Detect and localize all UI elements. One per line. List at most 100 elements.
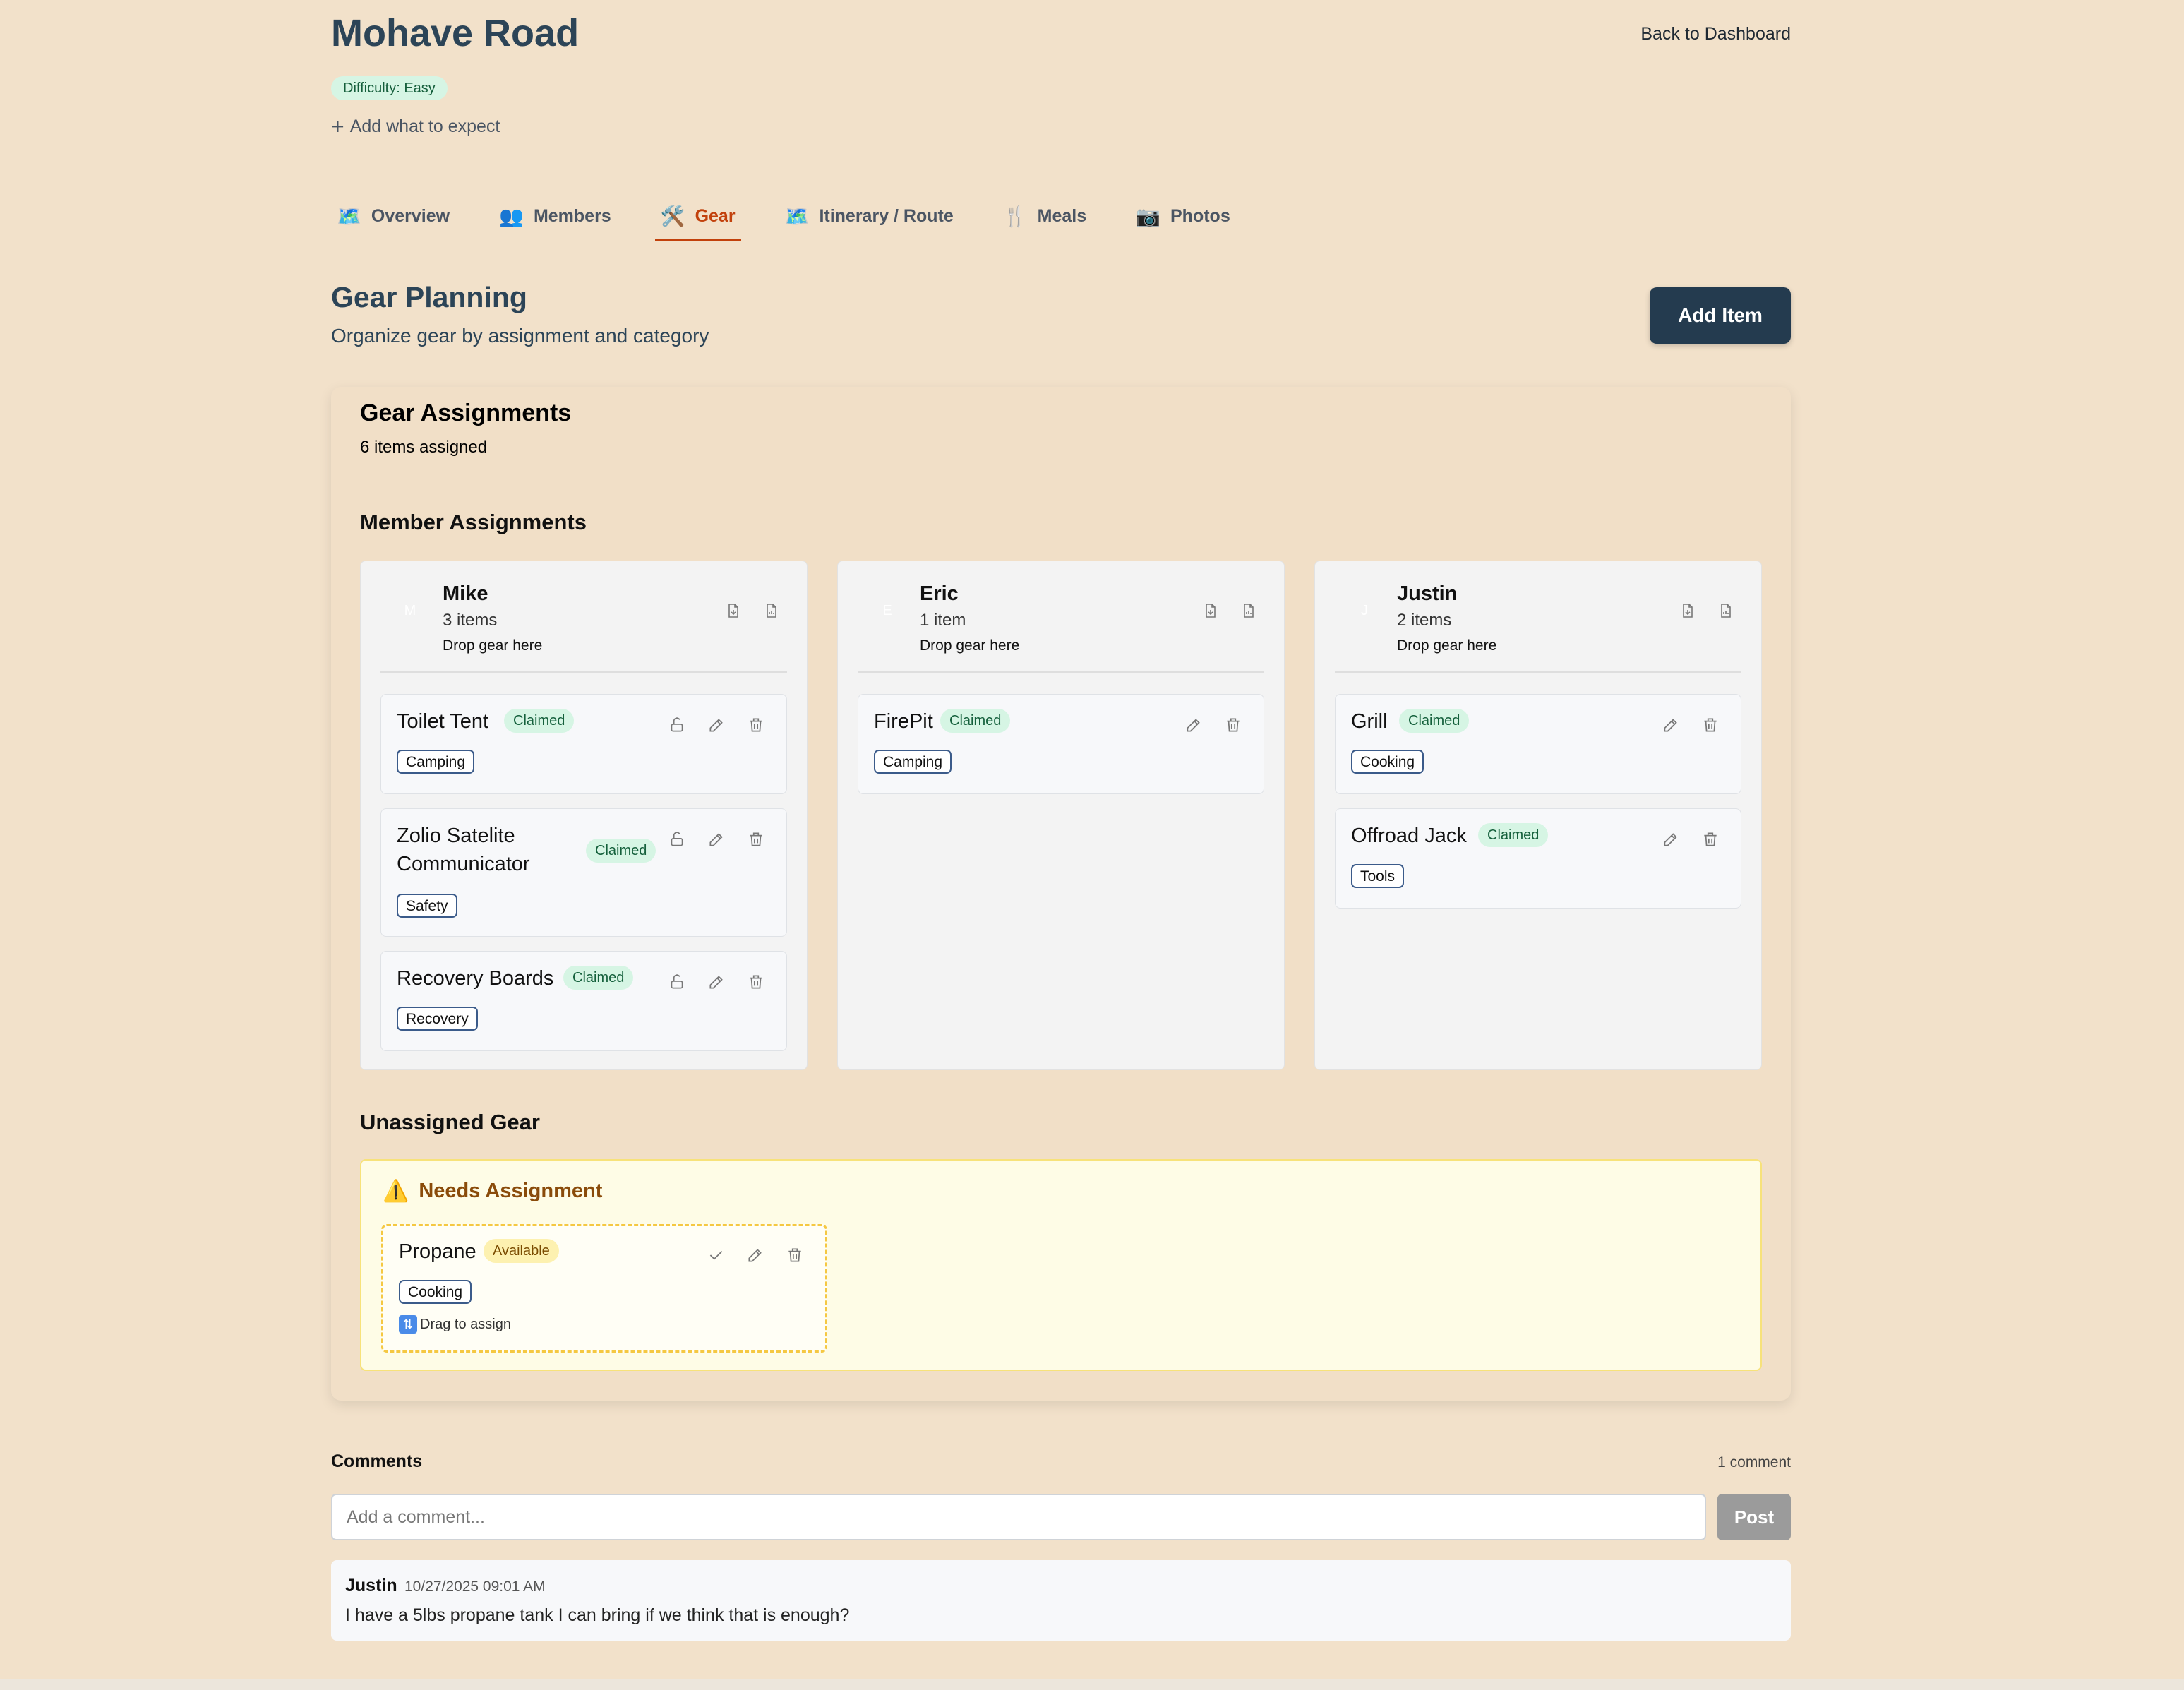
file-report-icon[interactable] [1240,602,1257,619]
add-item-button[interactable]: Add Item [1650,287,1791,344]
needs-assignment-title: ⚠️ Needs Assignment [383,1179,602,1204]
comment-item: Justin 10/27/2025 09:01 AM I have a 5lbs… [331,1560,1791,1641]
tab-members[interactable]: 👥 Members [493,191,617,241]
check-icon[interactable] [707,1246,725,1264]
status-badge: Claimed [504,709,575,733]
unlock-icon[interactable] [668,830,686,849]
page-footer-strip [0,1679,2184,1690]
trash-icon[interactable] [1224,716,1242,734]
comment-input[interactable] [331,1494,1706,1540]
unlock-icon[interactable] [668,716,686,734]
member-column-header: J Justin 2 items Drop gear here [1335,561,1741,673]
avatar: E [882,602,892,618]
trash-icon[interactable] [747,973,765,991]
status-badge: Claimed [940,709,1011,733]
map-icon: 🗺️ [337,205,361,227]
trash-icon[interactable] [1701,830,1720,849]
status-badge: Claimed [563,966,634,990]
trip-tabs: 🗺️ Overview 👥 Members 🛠️ Gear 🗺️ Itinera… [331,191,1274,241]
gear-item-name: Grill [1351,710,1388,733]
edit-icon[interactable] [1662,716,1680,734]
comment-timestamp: 10/27/2025 09:01 AM [404,1578,546,1595]
gear-planning-subtitle: Organize gear by assignment and category [331,325,709,347]
status-badge: Claimed [586,839,656,863]
tab-label: Itinerary / Route [819,205,954,226]
add-what-to-expect-button[interactable]: + Add what to expect [331,115,500,138]
trash-icon[interactable] [747,716,765,734]
trash-icon[interactable] [747,830,765,849]
gear-card[interactable]: FirePit Claimed Camping [858,694,1264,794]
gear-card[interactable]: Zolio Satelite Communicator Claimed Safe… [380,808,787,937]
unlock-icon[interactable] [668,973,686,991]
member-column-header: M Mike 3 items Drop gear here [380,561,787,673]
comments-label: Comments [331,1451,423,1471]
comment-author: Justin [345,1576,397,1595]
gear-card[interactable]: Offroad Jack Claimed Tools [1335,808,1741,909]
gear-card[interactable]: Recovery Boards Claimed Recovery [380,951,787,1051]
edit-icon[interactable] [1662,830,1680,849]
member-name: Eric [920,582,959,605]
tab-overview[interactable]: 🗺️ Overview [331,191,455,241]
gear-item-name: Propane [399,1240,476,1263]
file-export-icon[interactable] [725,602,742,619]
gear-item-name: Zolio Satelite Communicator [397,825,530,875]
utensils-icon: 🍴 [1002,205,1028,227]
category-tag: Cooking [399,1280,472,1304]
needs-assignment-label: Needs Assignment [419,1180,603,1202]
member-item-count: 1 item [920,611,966,630]
file-export-icon[interactable] [1679,602,1696,619]
edit-icon[interactable] [746,1246,764,1264]
member-column-mike[interactable]: M Mike 3 items Drop gear here Toilet Ten… [360,561,808,1070]
tab-gear[interactable]: 🛠️ Gear [654,191,741,241]
member-item-count: 2 items [1397,611,1452,630]
gear-item-name: Offroad Jack [1351,825,1467,847]
warning-icon: ⚠️ [383,1180,409,1203]
edit-icon[interactable] [707,973,726,991]
status-badge: Claimed [1478,823,1549,847]
difficulty-badge: Difficulty: Easy [331,76,448,100]
member-assignments-heading: Member Assignments [360,510,587,534]
category-tag: Cooking [1351,750,1424,774]
tools-icon: 🛠️ [660,205,685,227]
gear-item-name: Toilet Tent [397,710,489,733]
needs-assignment-box[interactable]: ⚠️ Needs Assignment Propane Available Co… [360,1159,1762,1371]
member-column-eric[interactable]: E Eric 1 item Drop gear here FirePit Cla… [837,561,1285,1070]
add-expect-label: Add what to expect [349,116,500,136]
route-map-icon: 🗺️ [784,205,810,227]
gear-assignments-count: 6 items assigned [360,438,488,457]
gear-card[interactable]: Toilet Tent Claimed Camping [380,694,787,794]
file-export-icon[interactable] [1202,602,1219,619]
member-name: Justin [1397,582,1458,605]
tab-label: Photos [1170,205,1230,226]
category-tag: Tools [1351,864,1405,888]
status-badge: Claimed [1399,709,1470,733]
file-report-icon[interactable] [1717,602,1734,619]
gear-card[interactable]: Grill Claimed Cooking [1335,694,1741,794]
unassigned-gear-card[interactable]: Propane Available Cooking ⇅ Drag to assi… [381,1224,827,1353]
unassigned-gear-heading: Unassigned Gear [360,1110,540,1134]
avatar: M [404,602,416,618]
member-name: Mike [443,582,488,605]
category-tag: Recovery [397,1007,478,1031]
post-comment-button[interactable]: Post [1717,1494,1791,1540]
edit-icon[interactable] [707,830,726,849]
edit-icon[interactable] [707,716,726,734]
gear-planning-title: Gear Planning [331,281,527,313]
comment-text: I have a 5lbs propane tank I can bring i… [345,1605,850,1625]
plus-icon: + [331,114,344,139]
member-column-justin[interactable]: J Justin 2 items Drop gear here Grill Cl… [1314,561,1762,1070]
edit-icon[interactable] [1184,716,1203,734]
tab-label: Gear [695,205,736,226]
tab-meals[interactable]: 🍴 Meals [997,191,1092,241]
drag-hint-label: Drag to assign [420,1316,511,1332]
camera-icon: 📷 [1136,205,1160,227]
gear-assignments-title: Gear Assignments [360,400,572,426]
back-to-dashboard-link[interactable]: Back to Dashboard [1640,24,1791,44]
drop-gear-hint: Drop gear here [920,637,1020,654]
tab-itinerary[interactable]: 🗺️ Itinerary / Route [779,191,959,241]
tab-photos[interactable]: 📷 Photos [1130,191,1236,241]
trash-icon[interactable] [1701,716,1720,734]
trash-icon[interactable] [786,1246,804,1264]
status-badge: Available [484,1239,559,1263]
file-report-icon[interactable] [763,602,780,619]
